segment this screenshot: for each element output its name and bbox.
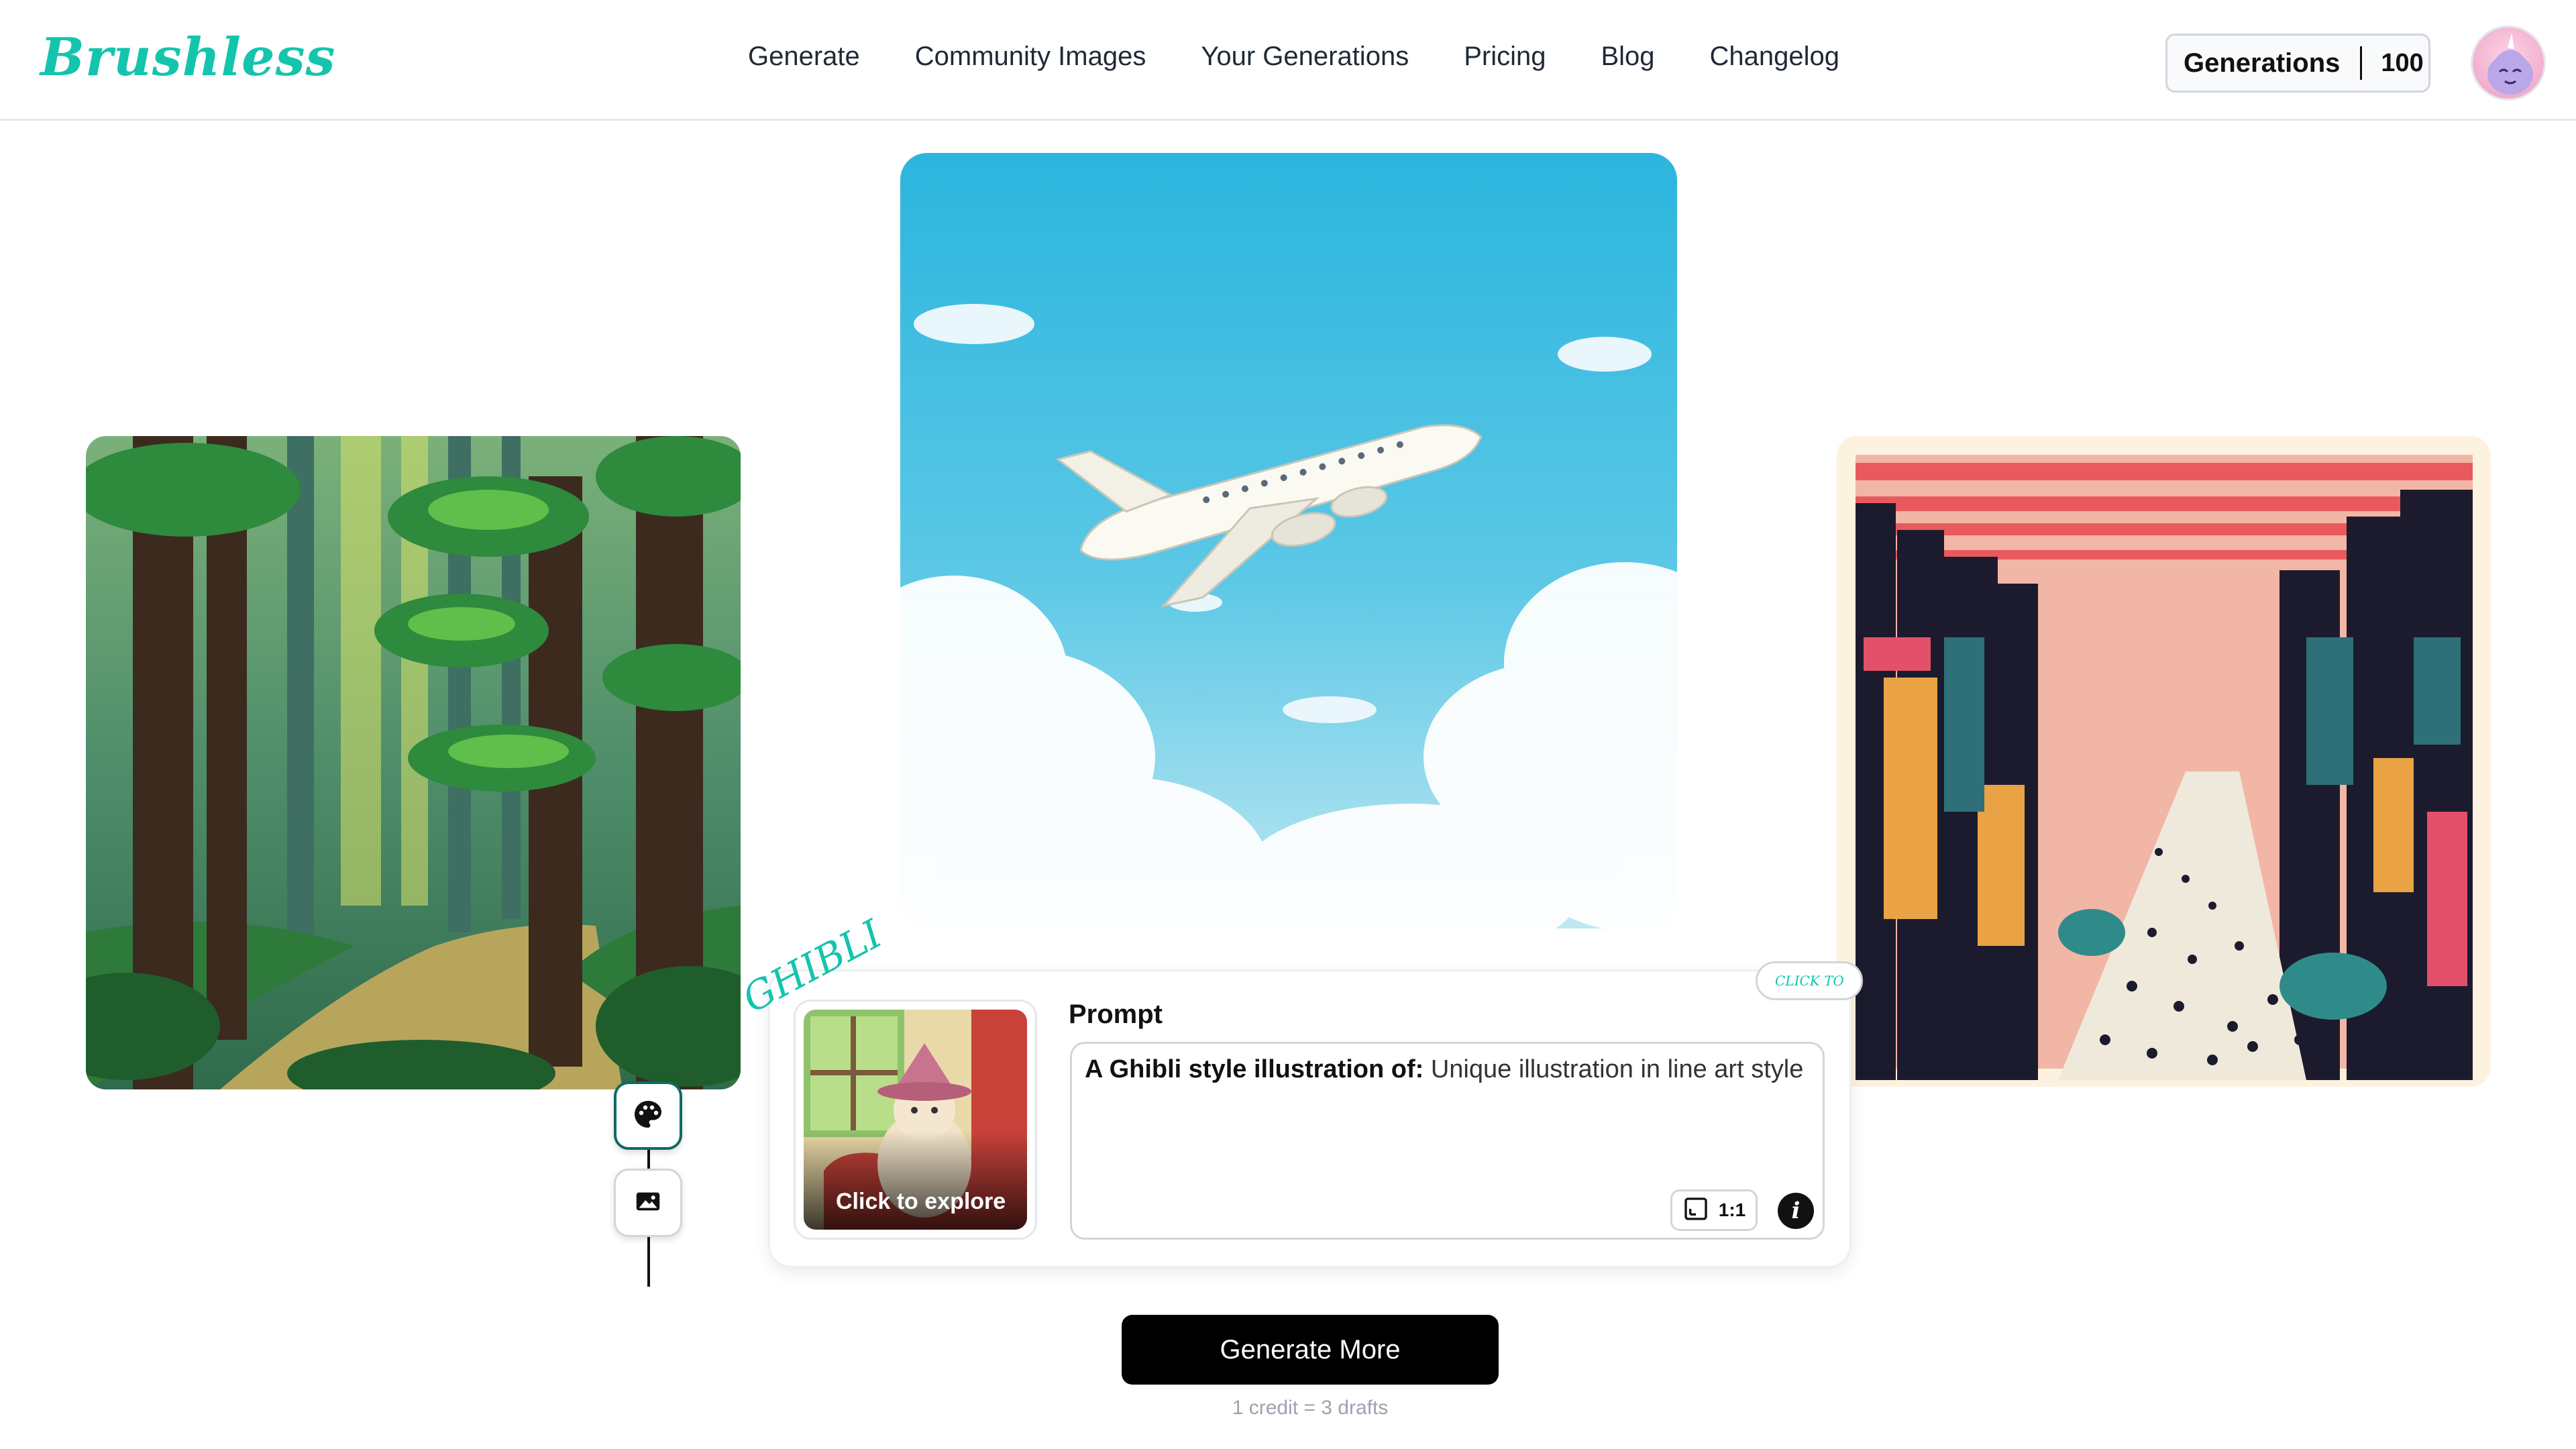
nav-your-generations[interactable]: Your Generations [1201,42,1409,72]
top-nav-bar: Brushless Generate Community Images Your… [0,0,2576,121]
main-nav: Generate Community Images Your Generatio… [748,42,1894,72]
generations-count: 100 [2381,48,2424,77]
prompt-text[interactable]: A Ghibli style illustration of: Unique i… [1085,1055,1803,1084]
nav-generate[interactable]: Generate [748,42,860,72]
generate-more-button[interactable]: Generate More [1122,1315,1499,1385]
info-icon[interactable]: i [1778,1193,1814,1229]
generations-counter[interactable]: Generations 100 [2165,34,2430,93]
nav-changelog[interactable]: Changelog [1710,42,1840,72]
user-avatar[interactable] [2471,25,2546,101]
click-to-pill[interactable]: CLICK TO [1756,961,1863,1000]
generated-image-city[interactable] [1837,436,2491,1087]
prompt-label: Prompt [1069,1000,1163,1029]
nav-pricing[interactable]: Pricing [1464,42,1546,72]
credit-note: 1 credit = 3 drafts [1232,1397,1389,1419]
nav-community-images[interactable]: Community Images [915,42,1146,72]
nav-blog[interactable]: Blog [1601,42,1654,72]
prompt-value: Unique illustration in line art style [1430,1055,1804,1083]
image-icon [633,1186,663,1220]
aspect-ratio-value: 1:1 [1718,1199,1746,1220]
style-palette-button[interactable] [614,1081,682,1150]
divider [2360,46,2363,80]
prompt-prefix: A Ghibli style illustration of: [1085,1055,1424,1083]
image-reference-button[interactable] [614,1169,682,1237]
generated-image-forest[interactable] [86,436,741,1089]
generated-image-airplane[interactable] [900,153,1677,928]
brand-logo[interactable]: Brushless [40,27,335,88]
aspect-ratio-selector[interactable]: 1:1 [1670,1189,1758,1231]
thumbnail-caption[interactable]: Click to explore [836,1189,1006,1215]
aspect-ratio-icon [1682,1195,1709,1226]
generations-label: Generations [2184,48,2341,78]
click-to-label: CLICK TO [1775,973,1844,989]
palette-icon [632,1098,664,1134]
